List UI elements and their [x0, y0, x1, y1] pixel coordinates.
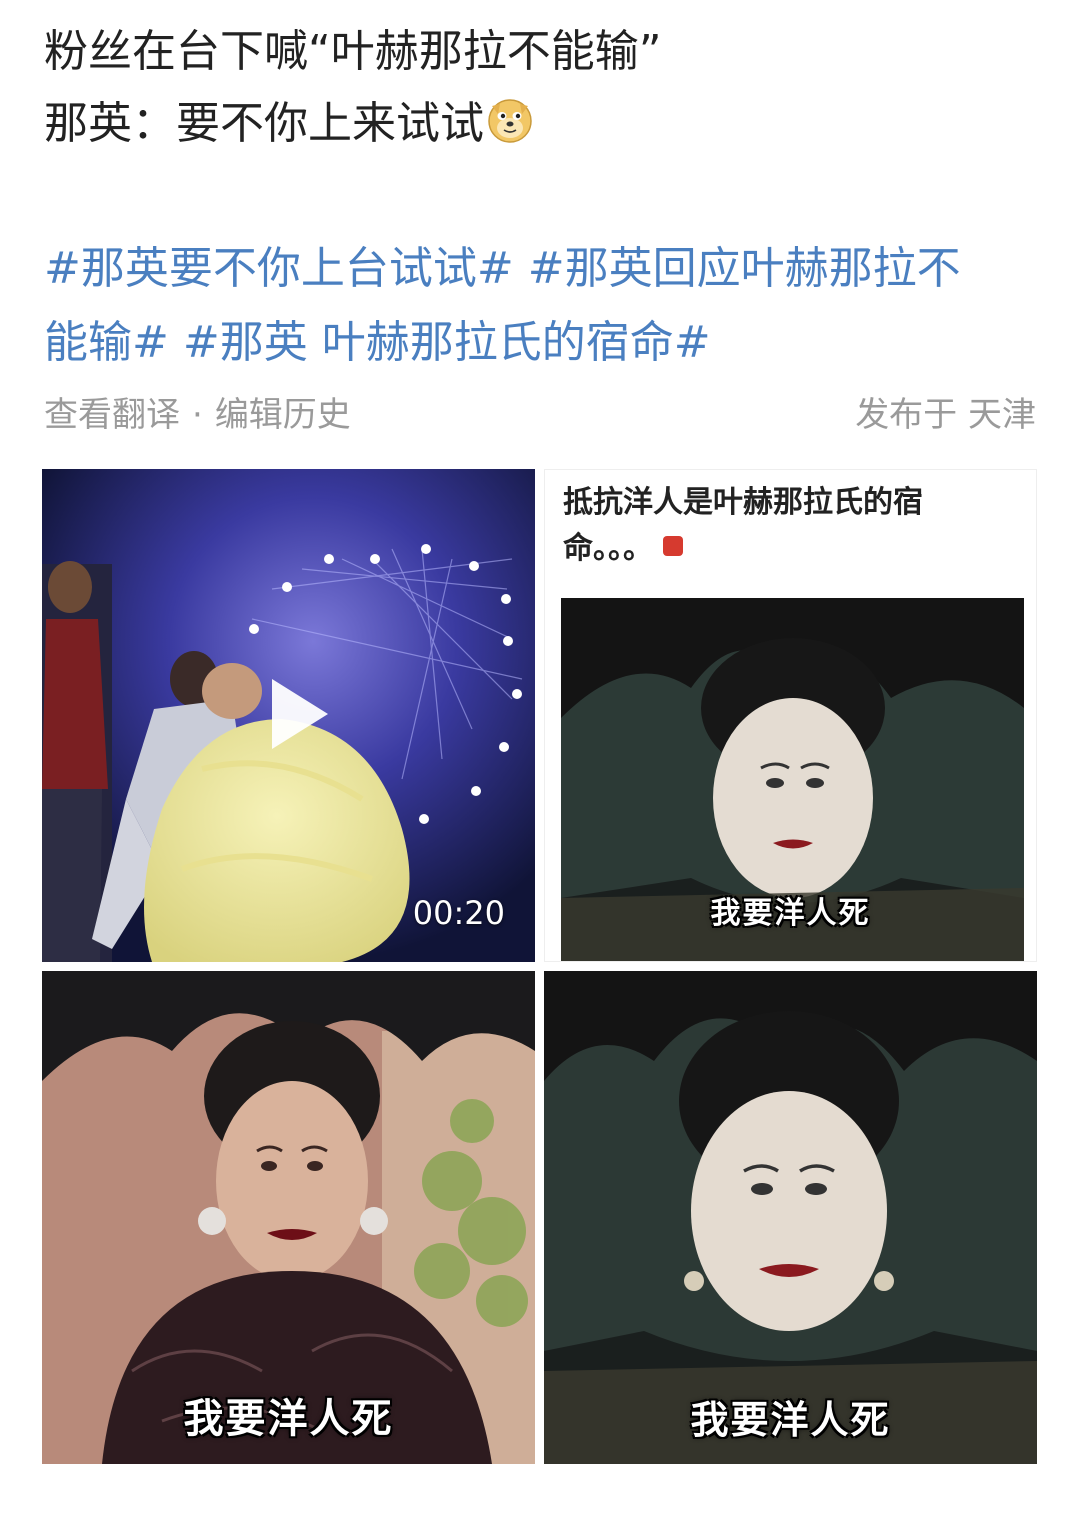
video-duration: 00:20 [412, 894, 505, 932]
meme-caption: 我要洋人死 [690, 1397, 891, 1442]
meme-header-line-1: 抵抗洋人是叶赫那拉氏的宿 [563, 485, 923, 520]
post-meta-row: 查看翻译 · 编辑历史 发布于 天津 [44, 390, 1036, 440]
meme-header: 抵抗洋人是叶赫那拉氏的宿 命。。。 [563, 480, 1016, 572]
media-grid: 00:20 抵抗洋人是叶赫那拉氏的宿 命。。。 我要洋人死 我要洋人死 我要洋人… [42, 469, 1037, 1464]
meme-caption: 我要洋人死 [710, 896, 871, 931]
doge-emoji-icon [486, 94, 534, 143]
meme-caption: 我要洋人死 [183, 1395, 394, 1442]
meta-separator: · [192, 395, 203, 435]
play-button[interactable] [250, 669, 340, 759]
hashtag-link-2b[interactable]: 能输# [44, 317, 169, 368]
post-line-2: 那英：要不你上来试试 [44, 88, 1044, 160]
video-thumbnail[interactable]: 00:20 [42, 469, 535, 962]
image-thumbnail-meme-3[interactable]: 我要洋人死 [544, 971, 1037, 1464]
hashtag-link-2a[interactable]: #那英回应叶赫那拉不 [528, 243, 961, 294]
post-text: 粉丝在台下喊“叶赫那拉不能输” 那英：要不你上来试试 [44, 16, 1044, 160]
post-location: 发布于 天津 [855, 395, 1036, 435]
hashtag-link-1[interactable]: #那英要不你上台试试# [44, 243, 514, 294]
hashtag-link-3[interactable]: #那英 叶赫那拉氏的宿命# [183, 317, 711, 368]
view-translation-link[interactable]: 查看翻译 [44, 395, 180, 435]
post-line-1: 粉丝在台下喊“叶赫那拉不能输” [44, 26, 662, 77]
post-line-2-text: 那英：要不你上来试试 [44, 98, 484, 149]
meme-header-line-2-text: 命。。。 [563, 531, 653, 566]
edit-history-link[interactable]: 编辑历史 [215, 395, 351, 435]
red-tag-icon [663, 536, 683, 556]
image-thumbnail-meme-2[interactable]: 我要洋人死 [42, 971, 535, 1464]
image-thumbnail-meme-1[interactable]: 抵抗洋人是叶赫那拉氏的宿 命。。。 我要洋人死 [544, 469, 1037, 962]
play-icon [272, 679, 328, 749]
meme-header-line-2: 命。。。 [563, 526, 1016, 572]
hashtags: #那英要不你上台试试# #那英回应叶赫那拉不 能输# #那英 叶赫那拉氏的宿命# [44, 232, 1044, 380]
